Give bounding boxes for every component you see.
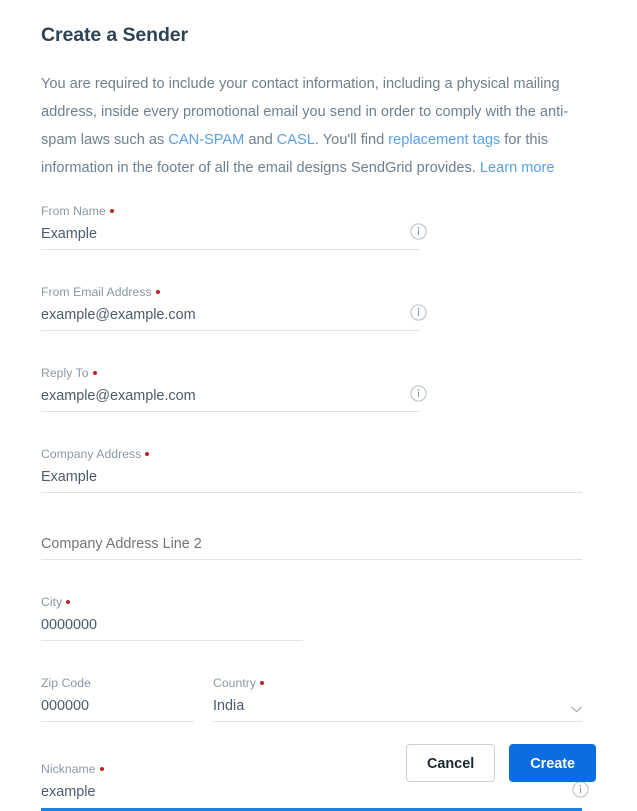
required-indicator — [260, 681, 265, 685]
zip-country-row: Zip Code Country — [41, 676, 596, 722]
required-indicator — [109, 209, 114, 213]
company-address-2-input[interactable] — [41, 533, 582, 555]
from-name-input[interactable] — [41, 223, 420, 245]
field-reply-to: Reply To — [41, 366, 427, 412]
field-company-address-2 — [41, 533, 582, 560]
reply-to-input[interactable] — [41, 385, 420, 407]
input-wrap-from-email — [41, 304, 427, 331]
intro-text-2: and — [244, 132, 277, 148]
learn-more-link[interactable]: Learn more — [480, 160, 555, 176]
can-spam-link[interactable]: CAN-SPAM — [168, 132, 244, 148]
intro-paragraph: You are required to include your contact… — [41, 47, 586, 182]
field-from-name: From Name — [41, 204, 427, 250]
zip-code-input[interactable] — [41, 695, 194, 717]
required-indicator — [66, 600, 71, 604]
nickname-input[interactable] — [41, 781, 582, 803]
page-title: Create a Sender — [41, 24, 188, 46]
from-email-input[interactable] — [41, 304, 420, 326]
field-country: Country — [213, 676, 582, 722]
input-wrap-company-address-2 — [41, 533, 582, 560]
field-zip-code: Zip Code — [41, 676, 194, 722]
input-wrap-from-name — [41, 223, 427, 250]
casl-link[interactable]: CASL — [277, 132, 315, 148]
label-from-email: From Email Address — [41, 285, 420, 304]
label-city: City — [41, 595, 303, 614]
label-zip-code: Zip Code — [41, 676, 91, 690]
info-circle-icon[interactable] — [410, 385, 427, 402]
create-sender-form: From Name From Email Address — [41, 182, 596, 811]
label-from-name: From Name — [41, 204, 420, 223]
field-company-address: Company Address — [41, 447, 582, 493]
info-circle-icon[interactable] — [410, 304, 427, 321]
city-input[interactable] — [41, 614, 303, 636]
info-circle-icon[interactable] — [410, 223, 427, 240]
intro-text-3: . You'll find — [314, 132, 389, 148]
input-wrap-zip-code — [41, 695, 194, 722]
required-indicator — [145, 452, 150, 456]
input-wrap-company-address — [41, 466, 582, 493]
cancel-button[interactable]: Cancel — [406, 744, 496, 782]
field-city: City — [41, 595, 303, 641]
required-indicator — [155, 290, 160, 294]
label-company-address: Company Address — [41, 447, 582, 466]
info-circle-icon[interactable] — [572, 781, 589, 798]
form-footer: Cancel Create — [41, 744, 596, 782]
create-sender-page: Create a Sender You are required to incl… — [0, 0, 637, 811]
field-from-email: From Email Address — [41, 285, 427, 331]
country-select[interactable] — [213, 695, 582, 717]
label-reply-to: Reply To — [41, 366, 420, 385]
company-address-input[interactable] — [41, 466, 582, 488]
input-wrap-country — [213, 695, 582, 722]
required-indicator — [92, 371, 97, 375]
create-button[interactable]: Create — [509, 744, 596, 782]
input-wrap-reply-to — [41, 385, 427, 412]
input-wrap-city — [41, 614, 303, 641]
label-country: Country — [213, 676, 582, 695]
replacement-tags-link[interactable]: replacement tags — [388, 132, 500, 148]
